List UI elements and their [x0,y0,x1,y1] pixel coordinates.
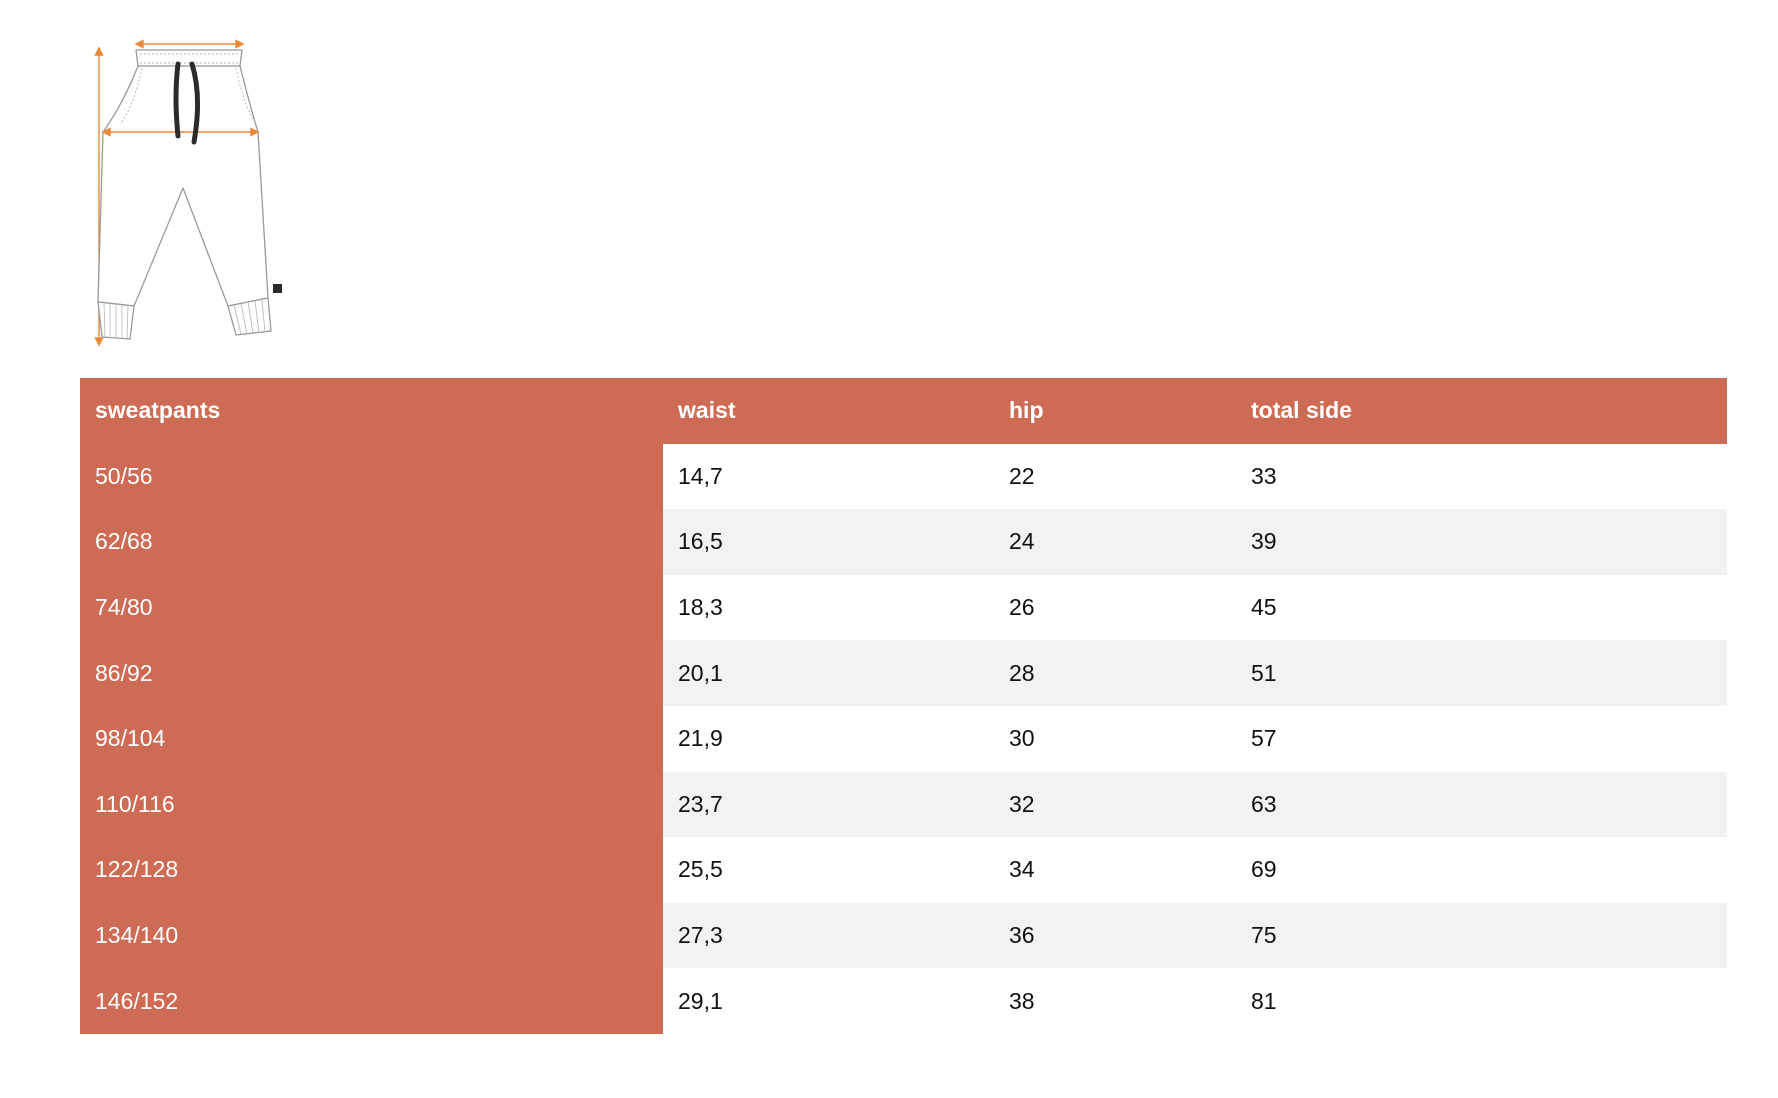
waist-cell: 18,3 [663,574,994,641]
table-row: 146/152 29,1 38 81 [80,968,1727,1034]
table-row: 50/56 14,7 22 33 [80,443,1727,510]
waist-cell: 20,1 [663,640,994,706]
brand-tag-icon [273,284,282,293]
waist-cell: 16,5 [663,509,994,575]
size-cell: 134/140 [80,902,663,969]
column-header-hip: hip [994,378,1236,444]
size-cell: 146/152 [80,968,663,1034]
waist-arrow-icon [134,39,245,49]
hip-cell: 26 [994,574,1236,641]
size-cell: 74/80 [80,574,663,641]
hip-cell: 28 [994,640,1236,706]
table-row: 74/80 18,3 26 45 [80,574,1727,641]
total-side-cell: 75 [1236,902,1727,969]
sweatpants-illustration-icon [94,39,282,347]
hip-cell: 34 [994,837,1236,903]
table-row: 122/128 25,5 34 69 [80,837,1727,903]
waist-cell: 14,7 [663,443,994,510]
waist-cell: 23,7 [663,771,994,838]
size-chart-table: sweatpants waist hip total side 50/56 14… [80,378,1727,1034]
total-side-cell: 51 [1236,640,1727,706]
table-row: 110/116 23,7 32 63 [80,771,1727,838]
size-cell: 122/128 [80,837,663,903]
total-side-cell: 81 [1236,968,1727,1034]
hip-cell: 38 [994,968,1236,1034]
hip-cell: 36 [994,902,1236,969]
total-side-cell: 39 [1236,509,1727,575]
total-side-cell: 45 [1236,574,1727,641]
table-row: 134/140 27,3 36 75 [80,902,1727,969]
size-cell: 98/104 [80,705,663,772]
column-header-size: sweatpants [80,378,663,444]
size-cell: 62/68 [80,509,663,575]
hip-cell: 32 [994,771,1236,838]
hip-cell: 24 [994,509,1236,575]
size-cell: 50/56 [80,443,663,510]
total-side-cell: 33 [1236,443,1727,510]
table-row: 86/92 20,1 28 51 [80,640,1727,706]
size-cell: 86/92 [80,640,663,706]
column-header-total-side: total side [1236,378,1727,444]
column-header-waist: waist [663,378,994,444]
total-side-cell: 57 [1236,705,1727,772]
table-row: 98/104 21,9 30 57 [80,705,1727,772]
waist-cell: 29,1 [663,968,994,1034]
waist-cell: 27,3 [663,902,994,969]
size-cell: 110/116 [80,771,663,838]
total-side-cell: 63 [1236,771,1727,838]
total-side-cell: 69 [1236,837,1727,903]
table-row: 62/68 16,5 24 39 [80,509,1727,575]
hip-cell: 22 [994,443,1236,510]
waist-cell: 25,5 [663,837,994,903]
hip-cell: 30 [994,705,1236,772]
waist-cell: 21,9 [663,705,994,772]
table-header-row: sweatpants waist hip total side [80,378,1727,444]
